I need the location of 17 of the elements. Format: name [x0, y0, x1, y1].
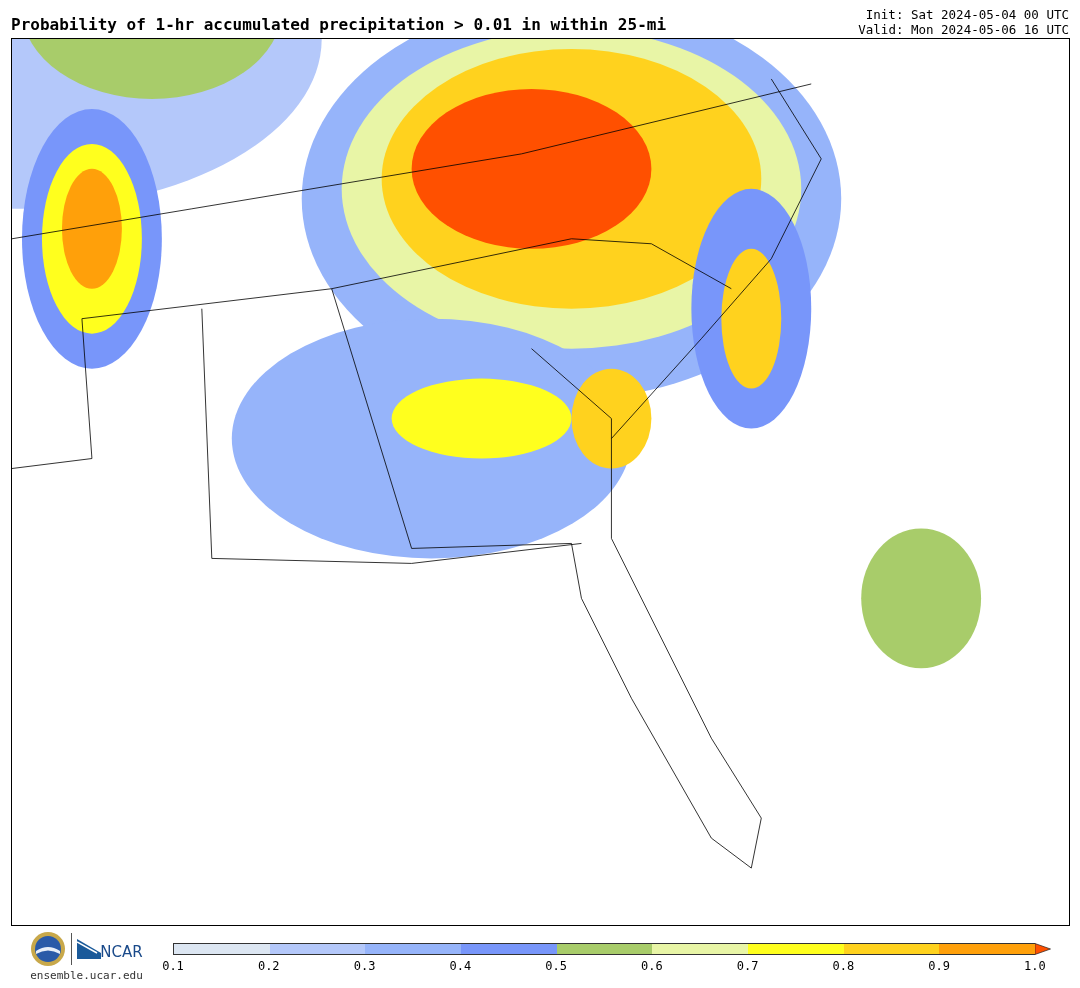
triangle-logo-icon	[77, 939, 102, 959]
tick-label: 0.8	[831, 959, 856, 973]
tick-label: 1.0	[1023, 959, 1047, 973]
run-time-label: Init: Sat 2024-05-04 00 UTC	[865, 7, 1069, 22]
website-address: ensemble.ucar.edu	[30, 969, 143, 982]
tick-label: 0.1	[161, 959, 185, 973]
seal-logo-icon	[30, 931, 67, 967]
tick-label: 0.6	[640, 959, 664, 973]
tick-label: 0.4	[448, 959, 473, 973]
tick-label: 0.3	[352, 959, 377, 973]
tick-label: 0.5	[544, 959, 568, 973]
tick-label: 0.2	[256, 959, 281, 973]
tick-label: 0.9	[927, 959, 951, 973]
run-time-label: Valid: Mon 2024-05-06 16 UTC	[858, 22, 1069, 37]
tick-label: 0.7	[735, 959, 760, 973]
chart-title: Probability of 1-hr accumulated precipitation > 0.01 in within 25-mi	[11, 15, 667, 36]
logo-text: NCAR	[100, 943, 143, 961]
